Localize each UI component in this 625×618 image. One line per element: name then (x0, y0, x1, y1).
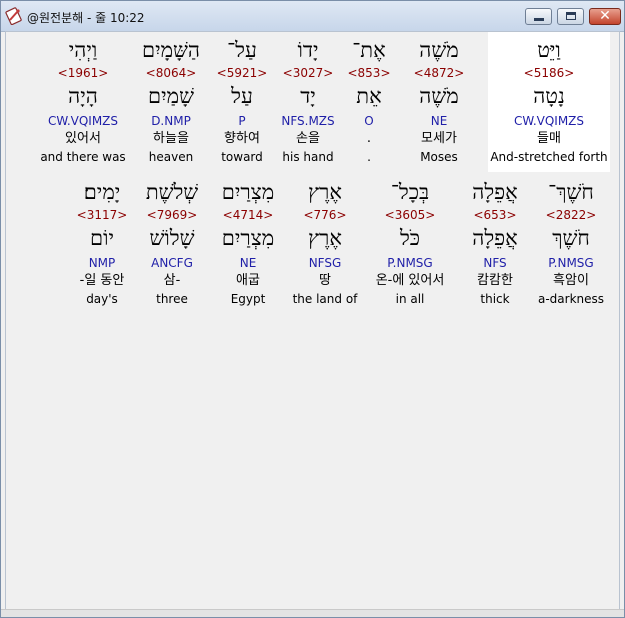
morph-code: CW.VQIMZS (513, 114, 585, 128)
lemma: נָטָה (533, 84, 565, 108)
app-icon (5, 7, 22, 25)
word-cell-selected[interactable]: וַיֵּט <5186> נָטָה CW.VQIMZS 들매 And-str… (488, 32, 610, 172)
close-button[interactable]: ✕ (589, 8, 621, 25)
morph-code: P.NMSG (548, 256, 594, 270)
maximize-button[interactable] (557, 8, 584, 25)
hebrew-word: חֹשֶׁךְ־ (548, 180, 594, 204)
strong-number: <2822> (545, 208, 597, 222)
korean-gloss: 들매 (537, 131, 561, 146)
english-gloss: And-stretched forth (490, 150, 608, 164)
app-window: @원전분해 - 줄 10:22 ✕ וַיְהִי <1961> הָיָה C… (0, 0, 625, 618)
hebrew-word: וַיֵּט (537, 38, 561, 62)
word-cell[interactable]: חֹשֶׁךְ־ <2822> חֹשֶׁךְ P.NMSG 흑암이 a-dar… (536, 174, 606, 314)
korean-gloss: 흑암이 (553, 273, 589, 288)
verse-line-2: יָמִים׃ <3117> יוֹם NMP -일 동안 day's שְׁל… (6, 174, 619, 324)
window-title: @원전분해 - 줄 10:22 (27, 11, 145, 25)
close-icon: ✕ (599, 8, 611, 24)
strong-number: <5186> (523, 66, 575, 80)
interlinear-view[interactable]: וַיְהִי <1961> הָיָה CW.VQIMZS 있어서 and t… (5, 31, 620, 610)
verse-line-1: וַיְהִי <1961> הָיָה CW.VQIMZS 있어서 and t… (6, 32, 619, 182)
title-bar[interactable]: @원전분해 - 줄 10:22 ✕ (1, 1, 624, 32)
minimize-button[interactable] (525, 8, 552, 25)
maximize-icon (566, 12, 576, 20)
status-bar (1, 609, 624, 617)
english-gloss: a-darkness (537, 292, 605, 306)
minimize-icon (534, 18, 544, 21)
word-cell[interactable]: מֹשֶׁה <4872> מֹשֶׁה NE 모세가 Moses (404, 32, 474, 172)
lemma: חֹשֶׁךְ (552, 226, 590, 250)
